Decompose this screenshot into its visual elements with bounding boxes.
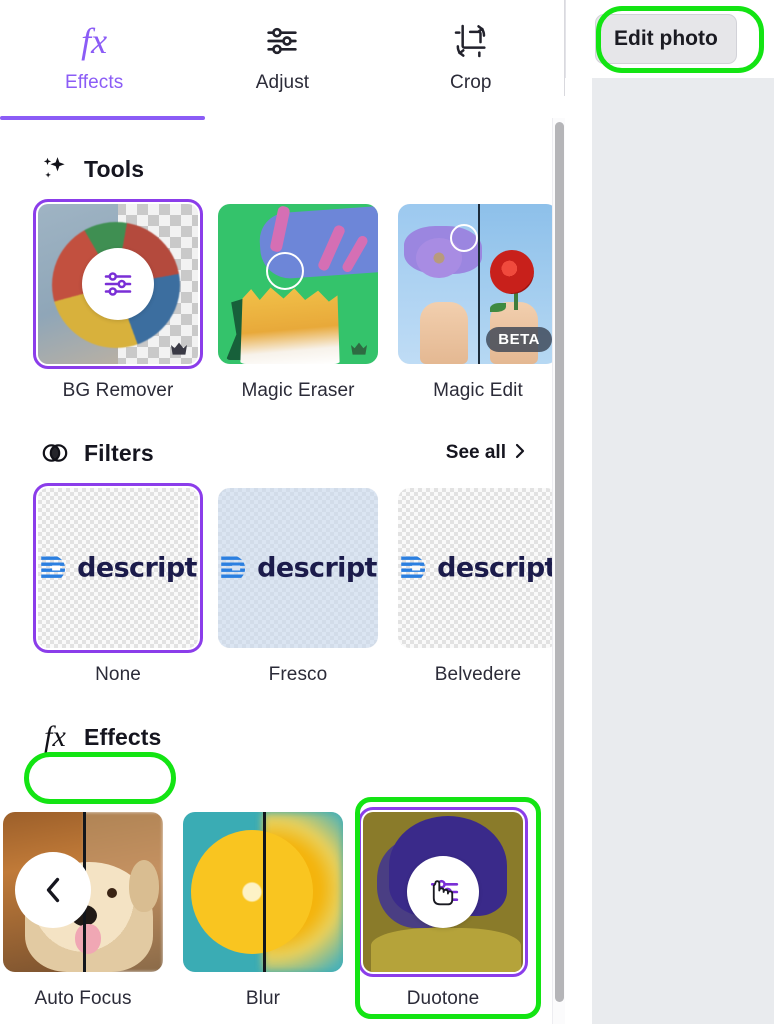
magic-eraser-thumbnail	[218, 204, 378, 364]
magic-edit-label: Magic Edit	[433, 380, 523, 401]
tab-adjust-label: Adjust	[255, 72, 310, 93]
filters-see-all-link[interactable]: See all	[446, 442, 527, 464]
bg-remover-card[interactable]: BG Remover	[33, 199, 203, 402]
filter-none-thumbnail: descript	[33, 483, 203, 653]
canvas-surface[interactable]	[592, 78, 774, 1024]
sliders-badge-icon	[82, 248, 154, 320]
fx-icon: fx	[44, 720, 66, 753]
blur-thumbnail	[183, 812, 343, 972]
editor-tab-bar: fx Effects Adjust Crop	[0, 0, 565, 120]
tools-grid: BG Remover Magic Eraser BETA Magic Edit	[33, 199, 558, 402]
beta-badge: BETA	[486, 327, 552, 352]
descript-wordmark: descript	[437, 552, 557, 584]
descript-wordmark: descript	[77, 552, 197, 584]
dog-ear	[129, 860, 159, 912]
descript-logo: descript	[399, 553, 557, 584]
tab-crop[interactable]: Crop	[377, 0, 565, 118]
panel-scrollbar[interactable]	[552, 118, 565, 1024]
dog-eye	[107, 888, 117, 898]
filter-belvedere-thumbnail: descript	[398, 488, 558, 648]
fx-icon: fx	[81, 21, 108, 61]
descript-mark-icon	[39, 553, 69, 583]
filter-fresco-card[interactable]: descript Fresco	[218, 488, 378, 686]
magic-eraser-label: Magic Eraser	[241, 380, 355, 401]
portrait-shoulders	[371, 928, 521, 972]
screen-root: fx Effects Adjust Crop Tools BG Remover …	[0, 0, 774, 1024]
effect-blur-label: Blur	[245, 988, 281, 1009]
see-all-label: See all	[445, 442, 506, 463]
descript-mark-icon	[219, 553, 249, 583]
filters-section: Filters See all descript None descript F…	[0, 436, 565, 686]
auto-focus-thumbnail	[3, 812, 163, 972]
premium-crown-icon	[349, 341, 369, 357]
filter-fresco-thumbnail: descript	[218, 488, 378, 648]
sparkles-icon	[38, 152, 72, 186]
descript-wordmark: descript	[257, 552, 377, 584]
filter-none-card[interactable]: descript None	[33, 483, 203, 686]
effects-grid: Auto Focus Blur Duotone	[0, 807, 565, 1010]
filters-section-header: Filters See all	[38, 436, 527, 470]
tab-crop-label: Crop	[450, 72, 492, 93]
filter-none-label: None	[95, 664, 141, 685]
filter-belvedere-label: Belvedere	[434, 664, 522, 685]
tools-section-header: Tools	[38, 152, 527, 186]
dog-tongue	[75, 924, 101, 954]
effect-blur-card[interactable]: Blur	[183, 812, 343, 1010]
overlapping-circles-icon	[38, 436, 72, 470]
effect-auto-focus-label: Auto Focus	[34, 988, 132, 1009]
workspace-area: Edit photo	[565, 0, 774, 1024]
descript-mark-icon	[399, 553, 429, 583]
magic-eraser-card[interactable]: Magic Eraser	[218, 204, 378, 402]
sliders-cursor-badge-icon	[407, 856, 479, 928]
eraser-brush-circle	[266, 252, 304, 290]
active-tab-indicator	[0, 116, 205, 120]
carousel-prev-button[interactable]	[15, 852, 91, 928]
orange-slice-image	[191, 830, 313, 954]
chevron-right-icon	[513, 442, 527, 464]
filter-fresco-label: Fresco	[268, 664, 328, 685]
effects-section-header: fx Effects	[38, 720, 527, 754]
effects-section: fx Effects	[0, 720, 565, 754]
filter-belvedere-card[interactable]: descript Belvedere	[398, 488, 558, 686]
edit-photo-button[interactable]: Edit photo	[595, 14, 737, 64]
magic-edit-thumbnail: BETA	[398, 204, 558, 364]
effect-duotone-card[interactable]: Duotone	[358, 807, 528, 1010]
tools-section: Tools BG Remover Magic Eraser BETA Magic…	[0, 152, 565, 402]
bg-remover-thumbnail	[33, 199, 203, 369]
effects-grid-wrapper: Auto Focus Blur Duotone	[0, 807, 565, 1010]
duotone-thumbnail	[358, 807, 528, 977]
magic-edit-card[interactable]: BETA Magic Edit	[398, 204, 558, 402]
tools-section-title: Tools	[84, 155, 145, 182]
tab-effects-label: Effects	[64, 72, 124, 93]
tab-effects[interactable]: fx Effects	[0, 0, 188, 118]
red-rose-image	[490, 250, 534, 294]
filters-grid: descript None descript Fresco descript B…	[33, 483, 558, 686]
selection-brush-circle	[450, 224, 478, 252]
filters-section-title: Filters	[84, 439, 154, 466]
before-after-divider	[478, 204, 480, 364]
bg-remover-label: BG Remover	[62, 380, 174, 401]
effect-auto-focus-card[interactable]: Auto Focus	[3, 812, 163, 1010]
before-after-divider	[263, 812, 266, 972]
descript-logo: descript	[39, 553, 197, 584]
hand-left	[420, 302, 468, 364]
tab-adjust[interactable]: Adjust	[188, 0, 376, 118]
descript-logo: descript	[219, 553, 377, 584]
premium-crown-icon	[169, 341, 189, 357]
sliders-icon	[259, 18, 305, 64]
crop-rotate-icon	[448, 18, 494, 64]
panel-scrollbar-thumb[interactable]	[555, 122, 564, 1002]
effects-section-title: Effects	[84, 723, 162, 750]
photo-editor-panel: fx Effects Adjust Crop Tools BG Remover …	[0, 0, 565, 1024]
effect-duotone-label: Duotone	[406, 988, 480, 1009]
